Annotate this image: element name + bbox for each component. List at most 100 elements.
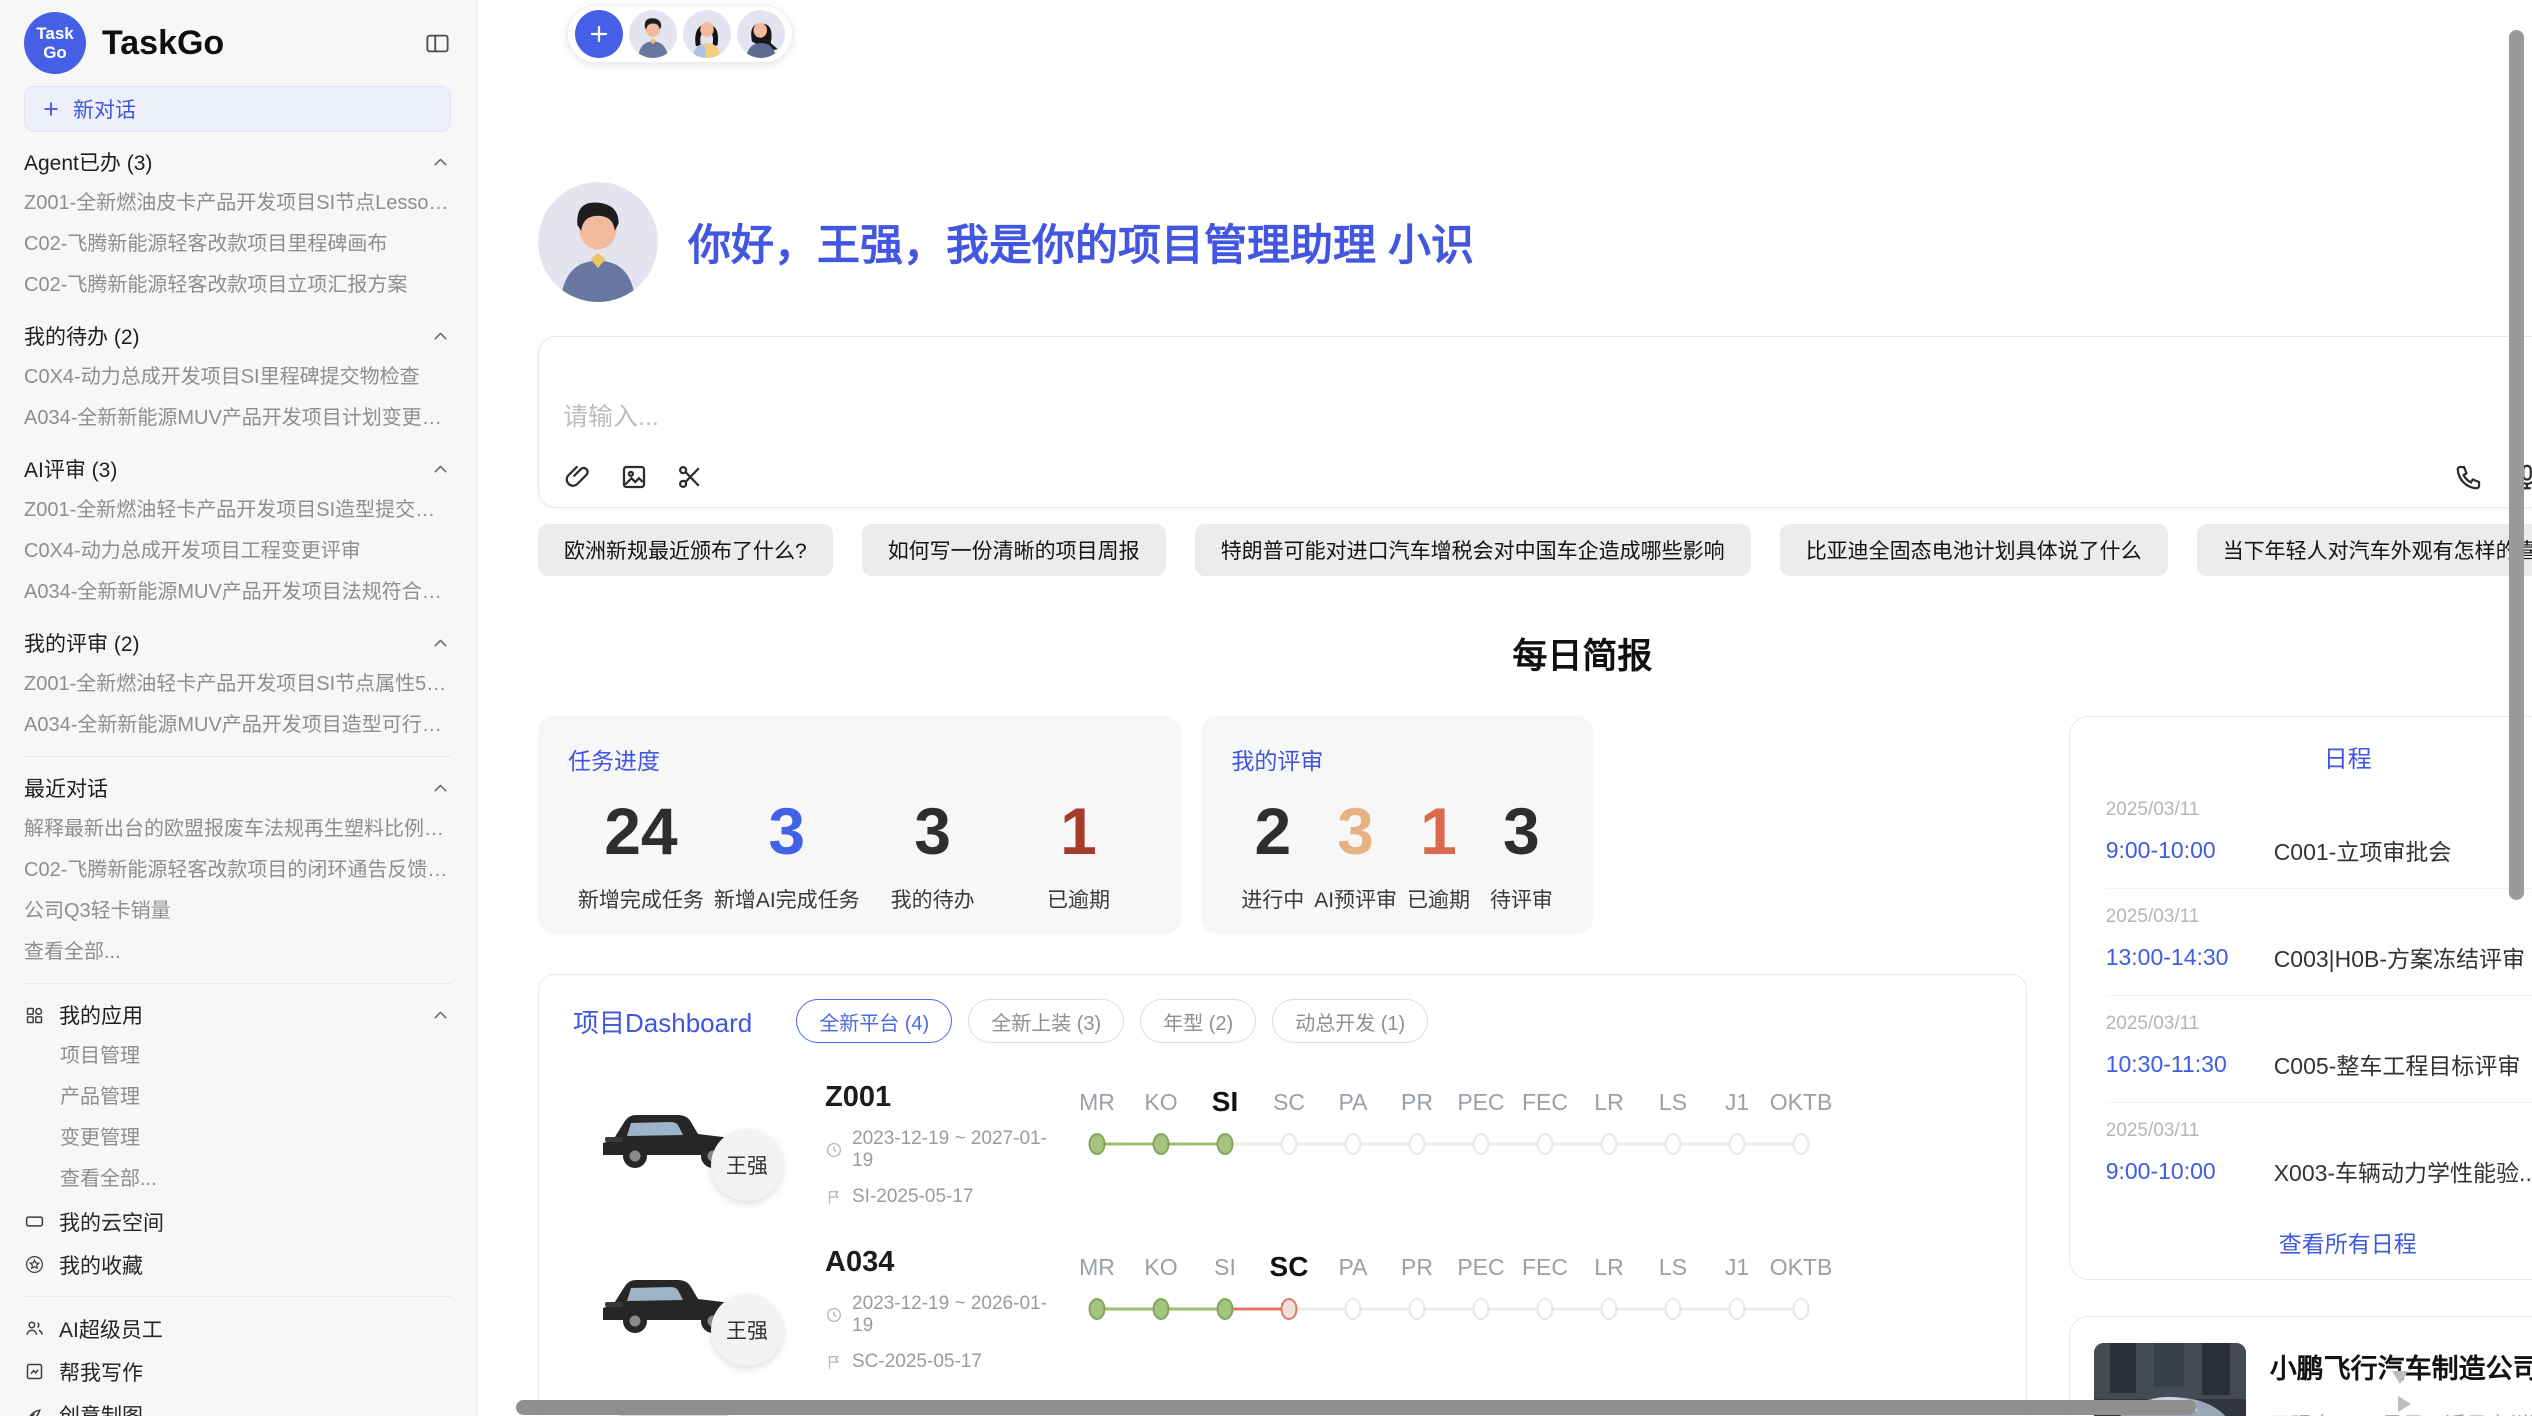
suggestion-chip[interactable]: 欧洲新规最近颁布了什么? [538, 524, 833, 576]
chat-input[interactable]: 请输入... [538, 336, 2532, 508]
chevron-up-icon[interactable] [430, 152, 451, 173]
agent-avatar[interactable] [629, 10, 677, 58]
sidebar-task-item[interactable]: Z001-全新燃油皮卡产品开发项目SI节点Lesson Learn报告 [24, 183, 451, 224]
sidebar-app-item[interactable]: 产品管理 [24, 1077, 451, 1118]
suggestion-chip[interactable]: 特朗普可能对进口汽车增税会对中国车企造成哪些影响 [1195, 524, 1751, 576]
group-header[interactable]: 我的评审 (2) [24, 622, 451, 664]
dashboard-tab[interactable]: 年型 (2) [1140, 999, 1256, 1043]
group-items: C0X4-动力总成开发项目SI里程碑提交物检查 A034-全新新能源MUV产品开… [24, 357, 451, 439]
stats-row: 任务进度 24 新增完成任务 3 [538, 716, 2027, 934]
collapse-sidebar-icon[interactable] [424, 30, 451, 57]
apps-grid-icon [24, 1005, 45, 1026]
divider [24, 983, 451, 984]
recent-chat-item[interactable]: 公司Q3轻卡销量 [24, 891, 451, 932]
scissors-icon[interactable] [675, 462, 705, 492]
avatar-illustration [683, 10, 731, 58]
sidebar-task-item[interactable]: C02-飞腾新能源轻客改款项目立项汇报方案 [24, 265, 451, 306]
dashboard-tab[interactable]: 全新平台 (4) [796, 999, 952, 1043]
chevron-up-icon[interactable] [430, 778, 451, 799]
milestone-dot-wrap [1385, 1123, 1449, 1165]
attachment-icon[interactable] [563, 462, 593, 492]
chevron-up-icon[interactable] [430, 1005, 451, 1026]
schedule-time: 10:30-11:30 [2106, 1051, 2274, 1078]
view-all-schedule-link[interactable]: 查看所有日程 [2106, 1217, 2532, 1265]
group-header[interactable]: 我的应用 [24, 994, 451, 1036]
milestone-label: J1 [1705, 1081, 1769, 1123]
milestone-dot [1665, 1298, 1682, 1320]
chevron-up-icon[interactable] [430, 459, 451, 480]
agent-avatar[interactable] [737, 10, 785, 58]
schedule-date: 2025/03/11 [2106, 906, 2532, 928]
milestone: MR [1065, 1246, 1129, 1330]
sidebar-app-item[interactable]: 项目管理 [24, 1036, 451, 1077]
group-items: Z001-全新燃油轻卡产品开发项目SI造型提交物评审 C0X4-动力总成开发项目… [24, 490, 451, 613]
sidebar-task-item[interactable]: C0X4-动力总成开发项目工程变更评审 [24, 531, 451, 572]
group-header[interactable]: 最近对话 [24, 767, 451, 809]
milestone-label: J1 [1705, 1246, 1769, 1288]
dashboard-tab[interactable]: 动总开发 (1) [1272, 999, 1428, 1043]
sidebar-link[interactable]: 我的收藏 [24, 1243, 451, 1286]
milestone-dot [1537, 1298, 1554, 1320]
sidebar-task-item[interactable]: A034-全新新能源MUV产品开发项目计划变更表编写 [24, 398, 451, 439]
phone-icon[interactable] [2454, 462, 2484, 492]
schedule-item: 2025/03/11 13:00-14:30 C003|H0B-方案冻结评审 加… [2106, 889, 2532, 996]
sidebar-task-item[interactable]: A034-全新新能源MUV产品开发项目法规符合性评审 [24, 572, 451, 613]
suggestion-chip[interactable]: 如何写一份清晰的项目周报 [862, 524, 1166, 576]
sidebar-task-item[interactable]: Z001-全新燃油轻卡产品开发项目SI造型提交物评审 [24, 490, 451, 531]
flag-icon [825, 1353, 843, 1371]
sidebar: Task Go TaskGo 新对话 Agent已办 (3) [0, 0, 478, 1416]
task-groups: Agent已办 (3) Z001-全新燃油皮卡产品开发项目SI节点Lesson … [24, 141, 451, 746]
milestone-dot-wrap [1321, 1288, 1385, 1330]
main-area: 王强 你好，王强，我是你的项目管理助理 小识 请输入... [478, 0, 2532, 1416]
chevron-up-icon[interactable] [430, 633, 451, 654]
milestone-dot-wrap [1257, 1123, 1321, 1165]
milestone-dot-wrap [1449, 1288, 1513, 1330]
project-row[interactable]: 王强 A034 2023-12-19 ~ 2026-01-19 [567, 1244, 1998, 1373]
vertical-scrollbar[interactable] [2509, 30, 2524, 900]
group-header[interactable]: Agent已办 (3) [24, 141, 451, 183]
sidebar-task-item[interactable]: C02-飞腾新能源轻客改款项目里程碑画布 [24, 224, 451, 265]
sidebar-tool-icon [24, 1361, 45, 1382]
project-node-text: SI-2025-05-17 [852, 1186, 973, 1208]
schedule-list: 2025/03/11 9:00-10:00 C001-立项审批会 加入 2025… [2106, 782, 2532, 1217]
sidebar-app-item[interactable]: 变更管理 [24, 1118, 451, 1159]
suggestion-chip[interactable]: 当下年轻人对汽车外观有怎样的喜好趋势 [2197, 524, 2532, 576]
sidebar-task-item[interactable]: Z001-全新燃油轻卡产品开发项目SI节点属性5D文件评审 [24, 664, 451, 705]
agent-avatar-pill [567, 5, 793, 63]
milestone-label: OKTB [1769, 1246, 1833, 1288]
scroll-right-arrow[interactable] [2398, 1396, 2411, 1412]
milestone-dot-wrap [1705, 1288, 1769, 1330]
sidebar-tool[interactable]: AI超级员工 [24, 1307, 451, 1350]
stat-label: 已逾期 [1397, 884, 1480, 914]
milestone: SI [1193, 1081, 1257, 1165]
sidebar-app-item[interactable]: 查看全部... [24, 1159, 451, 1200]
right-column: 日程 2025/03/11 9:00-10:00 C001-立项审批会 加入 [2069, 716, 2532, 1416]
chevron-up-icon[interactable] [430, 326, 451, 347]
suggestion-chip[interactable]: 比亚迪全固态电池计划具体说了什么 [1780, 524, 2168, 576]
recent-chat-item[interactable]: C02-飞腾新能源轻客改款项目的闭环通告反馈情况 [24, 850, 451, 891]
stat: 1 已逾期 [1397, 782, 1480, 914]
horizontal-scrollbar[interactable] [516, 1400, 2196, 1415]
group-items: Z001-全新燃油轻卡产品开发项目SI节点属性5D文件评审 A034-全新新能源… [24, 664, 451, 746]
schedule-date: 2025/03/11 [2106, 1013, 2532, 1035]
new-chat-button[interactable]: 新对话 [24, 86, 451, 132]
sidebar-tool[interactable]: 创意制图 [24, 1393, 451, 1416]
input-placeholder: 请输入... [563, 397, 2532, 433]
milestone-dot-wrap [1321, 1123, 1385, 1165]
logo-text-2: Go [43, 43, 67, 62]
sidebar-tool[interactable]: 帮我写作 [24, 1350, 451, 1393]
add-agent-button[interactable] [575, 10, 623, 58]
sidebar-task-item[interactable]: C0X4-动力总成开发项目SI里程碑提交物检查 [24, 357, 451, 398]
image-icon[interactable] [619, 462, 649, 492]
recent-chat-item[interactable]: 解释最新出台的欧盟报废车法规再生塑料比例被调至15%... [24, 809, 451, 850]
project-row[interactable]: 王强 Z001 2023-12-19 ~ 2027-01-19 [567, 1079, 1998, 1208]
sidebar-link[interactable]: 我的云空间 [24, 1200, 451, 1243]
group-header[interactable]: AI评审 (3) [24, 448, 451, 490]
agent-avatar[interactable] [683, 10, 731, 58]
dashboard-tab[interactable]: 全新上装 (3) [968, 999, 1124, 1043]
project-list: 王强 Z001 2023-12-19 ~ 2027-01-19 [567, 1079, 1998, 1373]
scroll-down-arrow[interactable] [2392, 1371, 2408, 1384]
recent-chat-item[interactable]: 查看全部... [24, 932, 451, 973]
group-header[interactable]: 我的待办 (2) [24, 315, 451, 357]
sidebar-task-item[interactable]: A034-全新新能源MUV产品开发项目造型可行性评审 [24, 705, 451, 746]
